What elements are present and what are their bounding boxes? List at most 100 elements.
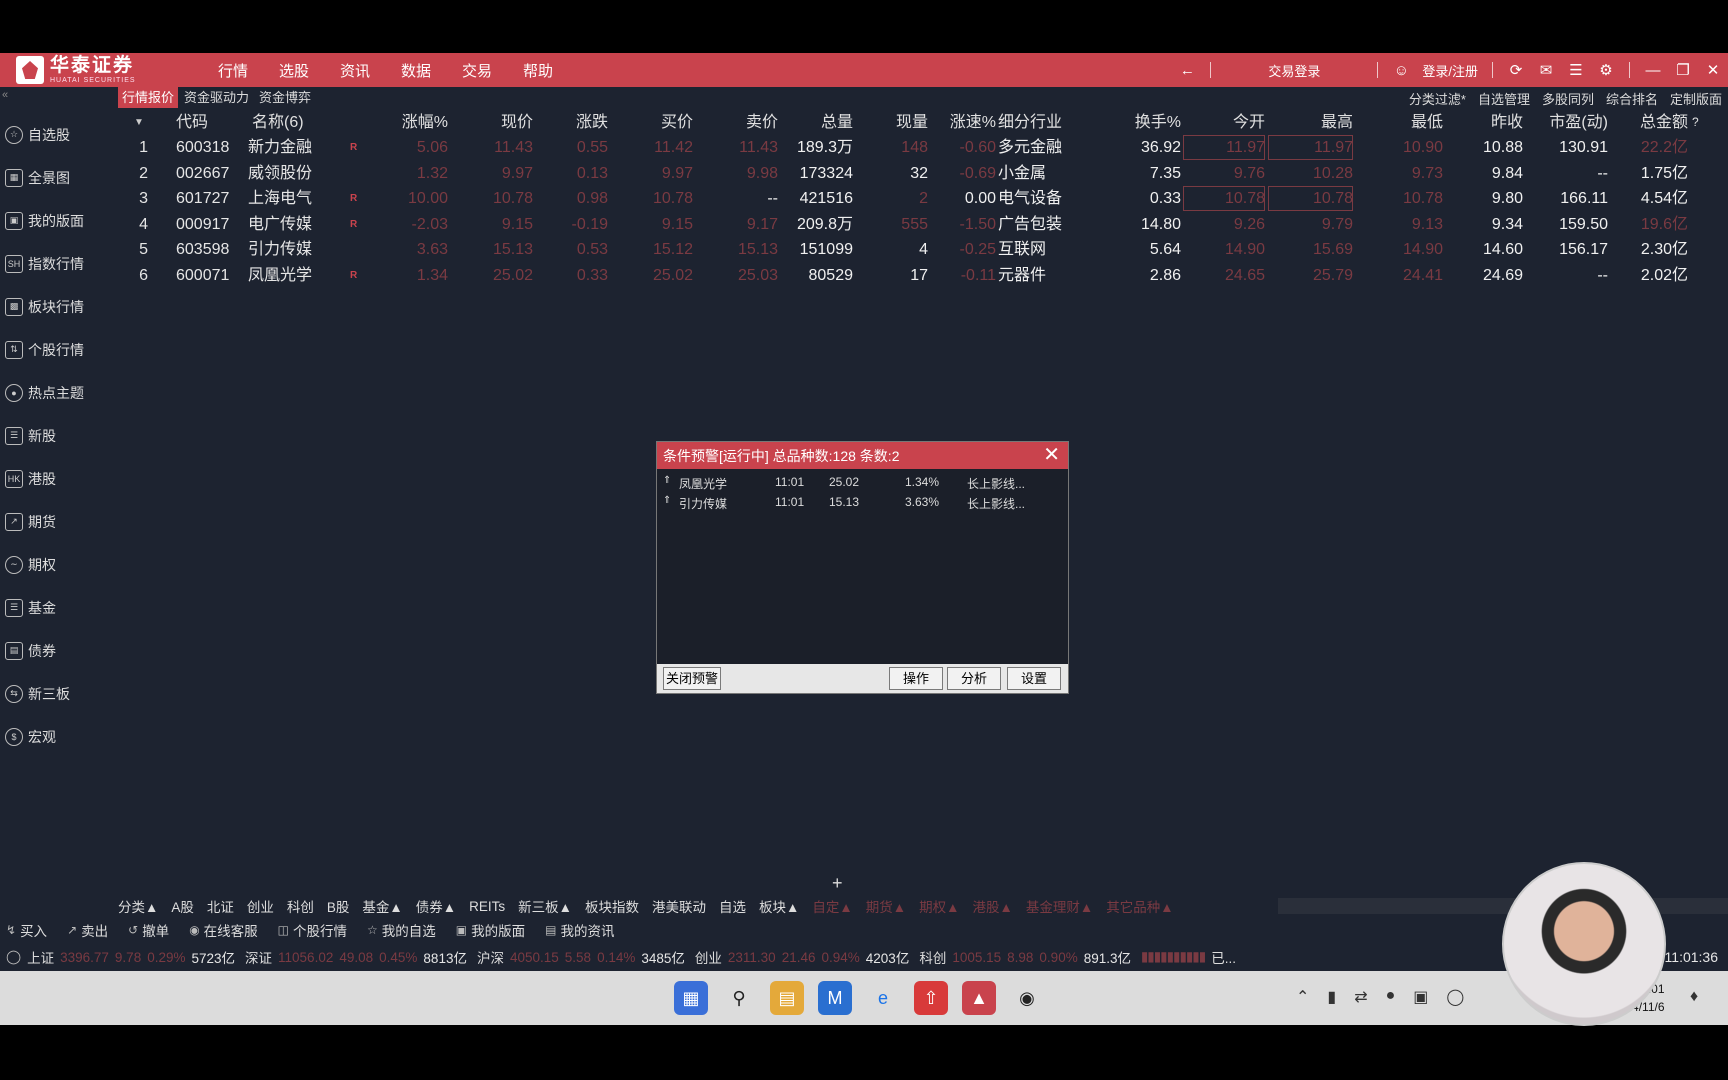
sidebar-item-stock[interactable]: ⇅ 个股行情 [0,328,115,371]
col-pe[interactable]: 市盈(动) [1523,110,1608,135]
sidebar-item-futures[interactable]: ↗ 期货 [0,500,115,543]
analyze-button[interactable]: 分析 [947,667,1001,690]
sidebar-item-options[interactable]: ∼ 期权 [0,543,115,586]
cat-bond[interactable]: 债券▲ [416,896,456,916]
cat-sector-index[interactable]: 板块指数 [585,896,639,916]
cat-bse[interactable]: 北证 [207,896,234,916]
col-change[interactable]: 涨跌 [533,110,608,135]
menu-stock-picking[interactable]: 选股 [271,60,332,81]
close-alert-button[interactable]: 关闭预警 [663,667,721,690]
cat-b-share[interactable]: B股 [327,896,350,916]
custom-layout-link[interactable]: 定制版面 [1670,89,1722,108]
settings-button[interactable]: 设置 [1007,667,1061,690]
sidebar-item-index[interactable]: SH 指数行情 [0,242,115,285]
trading-app-icon[interactable]: M [818,981,852,1015]
col-high[interactable]: 最高 [1268,110,1353,135]
online-support-button[interactable]: 在线客服 [204,920,258,940]
cat-neeq[interactable]: 新三板▲ [518,896,572,916]
col-amount[interactable]: 总金额 [1608,110,1688,135]
tray-app-icon[interactable]: ▮ [1327,987,1336,1007]
sidebar-item-panorama[interactable]: ▦ 全景图 [0,156,115,199]
list-icon[interactable]: ☰ [1561,53,1591,87]
ticker-label[interactable]: 上证 [27,947,54,967]
trade-login-button[interactable]: 交易登录 [1219,61,1369,80]
sidebar-item-watchlist[interactable]: ☆ 自选股 [0,113,115,156]
cat-reits[interactable]: REITs [469,899,505,914]
list-item[interactable]: ⇑ 引力传媒 11:01 15.13 3.63% 长上影线... [657,493,1068,513]
menu-help[interactable]: 帮助 [515,60,576,81]
col-ask[interactable]: 卖价 [693,110,778,135]
sidebar-item-bond[interactable]: ▤ 债券 [0,629,115,672]
add-plus-icon[interactable]: + [832,873,843,894]
cat-sector[interactable]: 板块▲ [759,896,799,916]
table-row[interactable]: 1 600318 新力金融 R 5.06 11.43 0.55 11.42 11.43 189.3… [118,135,1728,161]
cat-watchlist[interactable]: 自选 [719,896,746,916]
cat-star[interactable]: 科创 [287,896,314,916]
col-code[interactable]: 代码 [176,110,256,135]
sidebar-item-macro[interactable]: $ 宏观 [0,715,115,758]
tab-fund-drive[interactable]: 资金驱动力 [180,87,253,108]
tray-expand-icon[interactable]: ⌃ [1296,987,1309,1007]
recorder-app-icon[interactable]: ◉ [1010,981,1044,1015]
sidebar-item-hot-topic[interactable]: ● 热点主题 [0,371,115,414]
ticker-extra[interactable]: 已... [1211,947,1236,967]
watchlist-manage-link[interactable]: 自选管理 [1478,89,1530,108]
back-arrow-icon[interactable]: ← [1172,53,1202,87]
help-question-icon[interactable]: ? [1692,110,1706,135]
microphone-icon[interactable]: ● [1386,987,1396,1007]
menu-data[interactable]: 数据 [393,60,454,81]
horizontal-scrollbar[interactable] [1278,898,1728,914]
minimize-icon[interactable]: — [1638,53,1668,87]
table-row[interactable]: 5 603598 引力传媒 3.63 15.13 0.53 15.12 15.13 151099… [118,237,1728,263]
menu-news[interactable]: 资讯 [332,60,393,81]
huatai-app-icon[interactable]: ▲ [962,981,996,1015]
ranking-link[interactable]: 综合排名 [1606,89,1658,108]
col-change-pct[interactable]: 涨幅% [348,110,448,135]
cat-a-share[interactable]: A股 [171,896,194,916]
my-watchlist-button[interactable]: 我的自选 [382,920,436,940]
cat-fund[interactable]: 基金▲ [362,896,402,916]
col-volume[interactable]: 总量 [778,110,853,135]
notification-bell-icon[interactable]: ♦ [1690,988,1698,1006]
sidebar-item-hk[interactable]: HK 港股 [0,457,115,500]
stock-quote-button[interactable]: 个股行情 [293,920,347,940]
sidebar-item-sector[interactable]: ▩ 板块行情 [0,285,115,328]
collapse-arrow-icon[interactable]: « [2,89,8,101]
table-row[interactable]: 3 601727 上海电气 R 10.00 10.78 0.98 10.78 -- 421516 2… [118,186,1728,212]
col-speed[interactable]: 涨速% [926,110,996,135]
tab-quote-list[interactable]: 行情报价 [118,87,179,108]
cat-hk-us[interactable]: 港美联动 [652,896,706,916]
sell-button[interactable]: 卖出 [81,920,108,940]
my-news-button[interactable]: 我的资讯 [560,920,614,940]
user-icon[interactable]: ☺ [1386,53,1416,87]
menu-quotes[interactable]: 行情 [210,60,271,81]
tab-fund-game[interactable]: 资金博弈 [255,87,315,108]
file-explorer-icon[interactable]: ▤ [770,981,804,1015]
table-row[interactable]: 2 002667 威领股份 1.32 9.97 0.13 9.97 9.98 173324 32 -… [118,161,1728,187]
table-row[interactable]: 4 000917 电广传媒 R -2.03 9.15 -0.19 9.15 9.17 209.8万… [118,212,1728,238]
menu-trade[interactable]: 交易 [454,60,515,81]
browser-icon[interactable]: e [866,981,900,1015]
col-open[interactable]: 今开 [1183,110,1265,135]
upload-app-icon[interactable]: ⇧ [914,981,948,1015]
table-row[interactable]: 6 600071 凤凰光学 R 1.34 25.02 0.33 25.02 25.03 80529… [118,263,1728,289]
sidebar-item-my-layout[interactable]: ▣ 我的版面 [0,199,115,242]
ticker-label[interactable]: 科创 [919,947,946,967]
list-item[interactable]: ⇑ 凤凰光学 11:01 25.02 1.34% 长上影线... [657,473,1068,493]
close-icon[interactable]: ✕ [1698,53,1728,87]
col-name[interactable]: 名称(6) [252,110,352,135]
close-icon[interactable]: ✕ [1043,444,1060,466]
tray-switch-icon[interactable]: ⇄ [1354,987,1367,1007]
col-last-volume[interactable]: 现量 [853,110,928,135]
sidebar-item-fund[interactable]: ☰ 基金 [0,586,115,629]
ticker-label[interactable]: 深证 [245,947,272,967]
start-menu-icon[interactable]: ▦ [674,981,708,1015]
sidebar-item-neeq[interactable]: ⇆ 新三板 [0,672,115,715]
cat-other[interactable]: 其它品种▲ [1106,896,1173,916]
col-prev-close[interactable]: 昨收 [1438,110,1523,135]
settings-gear-icon[interactable]: ⚙ [1591,53,1621,87]
col-bid[interactable]: 买价 [608,110,693,135]
col-low[interactable]: 最低 [1358,110,1443,135]
mail-icon[interactable]: ✉ [1531,53,1561,87]
input-method-icon[interactable]: ▣ [1413,987,1428,1007]
